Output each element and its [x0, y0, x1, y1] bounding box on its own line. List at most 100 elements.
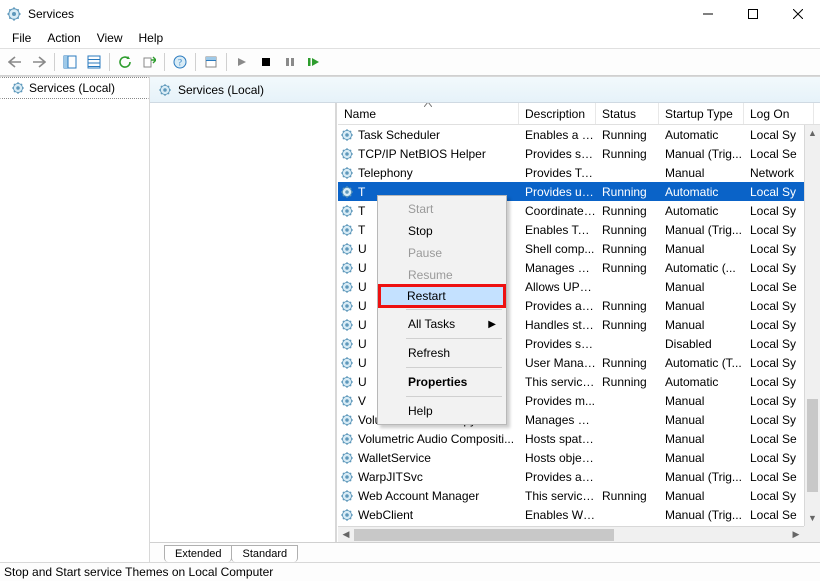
scroll-right-icon[interactable]: ▶ [788, 527, 804, 543]
service-description: This service ... [519, 375, 596, 389]
service-startup: Disabled [659, 337, 744, 351]
scroll-left-icon[interactable]: ◀ [338, 527, 354, 543]
service-logon: Local Sy [744, 375, 804, 389]
service-row[interactable]: WalletServiceHosts objec...ManualLocal S… [338, 448, 804, 467]
gear-icon [340, 185, 354, 199]
ctx-all-tasks[interactable]: All Tasks▶ [380, 313, 504, 335]
service-description: Manages an... [519, 413, 596, 427]
gear-icon [340, 147, 354, 161]
service-name: Volumetric Audio Compositi... [358, 432, 514, 446]
col-startup[interactable]: Startup Type [659, 103, 744, 124]
scrollbar-thumb[interactable] [354, 529, 614, 541]
gear-icon [340, 166, 354, 180]
ctx-properties[interactable]: Properties [380, 371, 504, 393]
forward-button[interactable] [28, 51, 50, 73]
export-button[interactable] [138, 51, 160, 73]
show-hide-tree-button[interactable] [59, 51, 81, 73]
col-logon[interactable]: Log On [744, 103, 814, 124]
service-startup: Automatic [659, 128, 744, 142]
gear-icon [340, 337, 354, 351]
scroll-down-icon[interactable]: ▼ [805, 510, 820, 526]
service-name: Web Account Manager [358, 489, 479, 503]
menu-action[interactable]: Action [39, 29, 88, 47]
service-name: U [358, 356, 367, 370]
service-row[interactable]: TelephonyProvides Tel...ManualNetwork [338, 163, 804, 182]
service-row[interactable]: Task SchedulerEnables a us...RunningAuto… [338, 125, 804, 144]
service-name: U [358, 375, 367, 389]
service-logon: Local Sy [744, 489, 804, 503]
service-logon: Local Sy [744, 413, 804, 427]
close-button[interactable] [775, 0, 820, 28]
gear-icon [340, 204, 354, 218]
gear-icon [340, 394, 354, 408]
refresh-button[interactable] [114, 51, 136, 73]
show-hide-detail-button[interactable] [83, 51, 105, 73]
service-row[interactable]: TCP/IP NetBIOS HelperProvides su...Runni… [338, 144, 804, 163]
ctx-pause[interactable]: Pause [380, 242, 504, 264]
ctx-stop[interactable]: Stop [380, 220, 504, 242]
col-description[interactable]: Description [519, 103, 596, 124]
service-status: Running [596, 489, 659, 503]
service-status: Running [596, 318, 659, 332]
tab-standard[interactable]: Standard [231, 545, 298, 562]
service-row[interactable]: Web Account ManagerThis service ...Runni… [338, 486, 804, 505]
menubar: File Action View Help [0, 28, 820, 48]
service-logon: Local Sy [744, 185, 804, 199]
service-name: U [358, 261, 367, 275]
pause-service-button[interactable] [279, 51, 301, 73]
gear-icon [340, 128, 354, 142]
service-name: Telephony [358, 166, 413, 180]
gear-icon [340, 299, 354, 313]
navigation-tree[interactable]: Services (Local) [0, 77, 150, 562]
ctx-help[interactable]: Help [380, 400, 504, 422]
gear-icon [340, 280, 354, 294]
details-header: Services (Local) [150, 77, 820, 103]
ctx-resume[interactable]: Resume [380, 264, 504, 286]
service-logon: Local Sy [744, 204, 804, 218]
menu-file[interactable]: File [4, 29, 39, 47]
restart-service-button[interactable] [303, 51, 325, 73]
gear-icon [340, 508, 354, 522]
window-title: Services [28, 7, 685, 21]
col-status[interactable]: Status [596, 103, 659, 124]
vertical-scrollbar[interactable]: ▲ ▼ [804, 125, 820, 526]
service-startup: Automatic [659, 185, 744, 199]
tab-extended[interactable]: Extended [164, 545, 232, 562]
service-logon: Local Sy [744, 223, 804, 237]
status-text: Stop and Start service Themes on Local C… [4, 565, 273, 579]
menu-help[interactable]: Help [131, 29, 172, 47]
col-name[interactable]: Name [338, 103, 519, 124]
start-service-button[interactable] [231, 51, 253, 73]
ctx-refresh[interactable]: Refresh [380, 342, 504, 364]
properties-button[interactable] [200, 51, 222, 73]
service-logon: Local Se [744, 280, 804, 294]
minimize-button[interactable] [685, 0, 730, 28]
horizontal-scrollbar[interactable]: ◀ ▶ [338, 526, 804, 542]
help-button[interactable]: ? [169, 51, 191, 73]
menu-view[interactable]: View [89, 29, 131, 47]
gear-icon [340, 375, 354, 389]
service-row[interactable]: WarpJITSvcProvides a JI...Manual (Trig..… [338, 467, 804, 486]
vertical-splitter[interactable] [335, 103, 337, 542]
scrollbar-thumb[interactable] [807, 399, 818, 491]
service-description: Provides m... [519, 394, 596, 408]
back-button[interactable] [4, 51, 26, 73]
service-logon: Local Sy [744, 451, 804, 465]
submenu-arrow-icon: ▶ [488, 319, 496, 330]
service-name: U [358, 299, 367, 313]
service-description: Provides Tel... [519, 166, 596, 180]
ctx-restart[interactable]: Restart [379, 285, 505, 307]
service-row[interactable]: Volumetric Audio Compositi...Hosts spati… [338, 429, 804, 448]
tree-root-item[interactable]: Services (Local) [0, 77, 149, 99]
service-logon: Local Sy [744, 394, 804, 408]
ctx-start[interactable]: Start [380, 198, 504, 220]
service-row[interactable]: WebClientEnables Win...Manual (Trig...Lo… [338, 505, 804, 524]
stop-service-button[interactable] [255, 51, 277, 73]
maximize-button[interactable] [730, 0, 775, 28]
service-logon: Local Sy [744, 261, 804, 275]
svg-text:?: ? [178, 58, 182, 68]
scroll-up-icon[interactable]: ▲ [805, 125, 820, 141]
tree-root-label: Services (Local) [29, 81, 115, 95]
service-startup: Automatic [659, 204, 744, 218]
service-logon: Local Sy [744, 242, 804, 256]
